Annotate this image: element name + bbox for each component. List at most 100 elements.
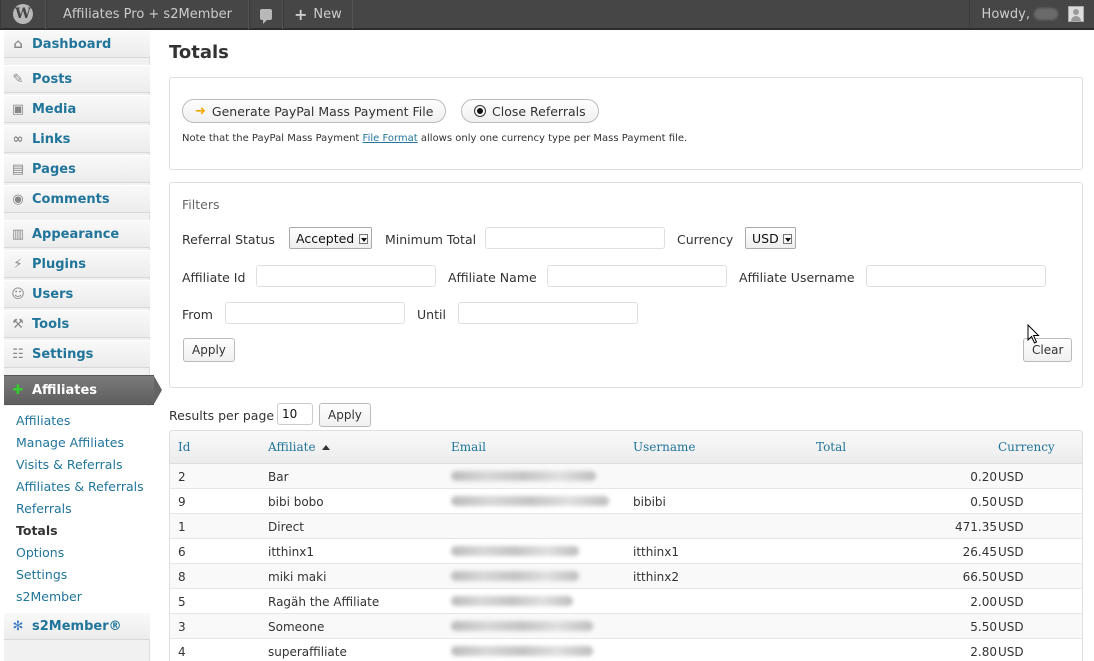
blurred-username: [1034, 8, 1058, 20]
table-row: 9 bibi bobo bibibi 0.50 USD: [169, 489, 1083, 514]
account-menu[interactable]: Howdy,: [968, 0, 1094, 29]
apply-filters-button[interactable]: Apply: [183, 338, 235, 362]
wordpress-logo-menu[interactable]: W: [0, 0, 46, 29]
affiliate-username-input[interactable]: [866, 265, 1046, 287]
cell-id: 3: [178, 620, 186, 634]
pin-icon: ✎: [12, 71, 24, 87]
cell-email-redacted: [451, 621, 593, 631]
site-name-link[interactable]: Affiliates Pro + s2Member: [46, 0, 249, 29]
currency-select[interactable]: USD: [745, 227, 796, 249]
table-row: 3 Someone 5.50 USD: [169, 614, 1083, 639]
until-date-input[interactable]: [458, 302, 638, 324]
affiliate-username-label: Affiliate Username: [739, 270, 855, 285]
admin-sidebar: ⌂ Dashboard ✎ Posts ▣ Media ∞ Links ▤ Pages ◉…: [0, 30, 162, 661]
submenu-totals[interactable]: Totals: [4, 520, 150, 542]
submenu-s2member[interactable]: s2Member: [4, 586, 150, 608]
filters-panel: Filters Referral Status Accepted Minimum…: [169, 182, 1083, 388]
s2member-icon: ✻: [12, 618, 24, 634]
arrow-right-icon: ➜: [195, 103, 206, 119]
page-icon: ▤: [11, 161, 25, 177]
cell-total: 471.35: [955, 520, 997, 534]
generate-paypal-button[interactable]: ➜ Generate PayPal Mass Payment File: [182, 99, 447, 123]
cell-email-redacted: [451, 496, 609, 506]
results-per-page-label: Results per page: [169, 408, 275, 423]
admin-bar: W Affiliates Pro + s2Member + New Howdy,: [0, 0, 1094, 30]
radio-icon: [474, 105, 486, 117]
sort-ascending-icon: [321, 445, 330, 450]
column-total[interactable]: Total: [816, 440, 846, 454]
settings-icon: ☷: [12, 346, 24, 362]
affiliate-name-input[interactable]: [547, 265, 727, 287]
submenu-options[interactable]: Options: [4, 542, 150, 564]
cell-id: 2: [178, 470, 186, 484]
menu-posts[interactable]: ✎ Posts: [4, 65, 150, 93]
submenu-affiliates-referrals[interactable]: Affiliates & Referrals: [4, 476, 150, 498]
cell-email-redacted: [451, 471, 596, 481]
cell-id: 8: [178, 570, 186, 584]
submenu-visits-referrals[interactable]: Visits & Referrals: [4, 454, 150, 476]
plus-icon: +: [293, 4, 308, 24]
from-date-input[interactable]: [225, 302, 405, 324]
wordpress-logo-icon: W: [13, 4, 33, 24]
menu-plugins[interactable]: ⚡ Plugins: [4, 250, 150, 278]
cell-total: 2.80: [970, 645, 997, 659]
cell-total: 66.50: [962, 570, 997, 584]
cell-affiliate: Someone: [268, 620, 325, 634]
link-icon: ∞: [12, 131, 24, 147]
column-id[interactable]: Id: [178, 440, 190, 454]
submenu-referrals[interactable]: Referrals: [4, 498, 150, 520]
table-row: 2 Bar 0.20 USD: [169, 464, 1083, 489]
column-email[interactable]: Email: [451, 440, 486, 454]
minimum-total-input[interactable]: [485, 227, 665, 249]
cell-id: 1: [178, 520, 186, 534]
actions-panel: ➜ Generate PayPal Mass Payment File Clos…: [169, 77, 1083, 170]
apply-per-page-button[interactable]: Apply: [319, 403, 371, 427]
cell-currency: USD: [998, 570, 1024, 584]
submenu-affiliates[interactable]: Affiliates: [4, 410, 150, 432]
table-header: Id Affiliate Email Username Total Curren…: [169, 430, 1083, 464]
close-referrals-button[interactable]: Close Referrals: [461, 99, 599, 123]
referral-status-select[interactable]: Accepted: [289, 227, 372, 249]
chevron-down-icon: [783, 234, 792, 244]
cell-email-redacted: [451, 571, 579, 581]
cell-id: 5: [178, 595, 186, 609]
table-row: 4 superaffiliate 2.80 USD: [169, 639, 1083, 661]
appearance-icon: ▥: [11, 226, 25, 242]
menu-comments[interactable]: ◉ Comments: [4, 185, 150, 213]
main-content: Totals ➜ Generate PayPal Mass Payment Fi…: [150, 30, 1094, 661]
new-content-menu[interactable]: + New: [282, 0, 353, 29]
column-currency[interactable]: Currency: [998, 440, 1055, 454]
menu-pages[interactable]: ▤ Pages: [4, 155, 150, 183]
cell-total: 2.00: [970, 595, 997, 609]
menu-affiliates[interactable]: ✚ Affiliates: [4, 375, 162, 405]
column-affiliate[interactable]: Affiliate: [268, 440, 330, 454]
file-format-link[interactable]: File Format: [363, 133, 418, 144]
cell-id: 9: [178, 495, 186, 509]
menu-appearance[interactable]: ▥ Appearance: [4, 220, 150, 248]
howdy-label: Howdy,: [981, 6, 1030, 22]
results-per-page-input[interactable]: 10: [277, 403, 313, 425]
cell-affiliate: bibi bobo: [268, 495, 324, 509]
menu-links[interactable]: ∞ Links: [4, 125, 150, 153]
affiliate-id-input[interactable]: [256, 265, 436, 287]
cell-email-redacted: [451, 646, 593, 656]
menu-users[interactable]: ☺ Users: [4, 280, 150, 308]
comment-bubble-icon: [259, 8, 272, 24]
menu-dashboard[interactable]: ⌂ Dashboard: [4, 30, 150, 58]
table-row: 8 miki maki itthinx2 66.50 USD: [169, 564, 1083, 589]
cell-total: 0.20: [970, 470, 997, 484]
cell-affiliate: itthinx1: [268, 545, 315, 559]
menu-s2member[interactable]: ✻ s2Member®: [4, 612, 150, 640]
affiliates-icon: ✚: [12, 382, 24, 398]
menu-media[interactable]: ▣ Media: [4, 95, 150, 123]
submenu-manage-affiliates[interactable]: Manage Affiliates: [4, 432, 150, 454]
menu-tools[interactable]: ⚒ Tools: [4, 310, 150, 338]
table-body: 2 Bar 0.20 USD 9 bibi bobo bibibi 0.50 USD 1 Direc…: [169, 464, 1083, 661]
column-username[interactable]: Username: [633, 440, 695, 454]
menu-settings[interactable]: ☷ Settings: [4, 340, 150, 368]
submenu-settings[interactable]: Settings: [4, 564, 150, 586]
paypal-note: Note that the PayPal Mass Payment File F…: [182, 133, 688, 144]
comments-menu[interactable]: [248, 0, 283, 29]
page-title: Totals: [169, 42, 229, 63]
media-icon: ▣: [11, 101, 25, 117]
